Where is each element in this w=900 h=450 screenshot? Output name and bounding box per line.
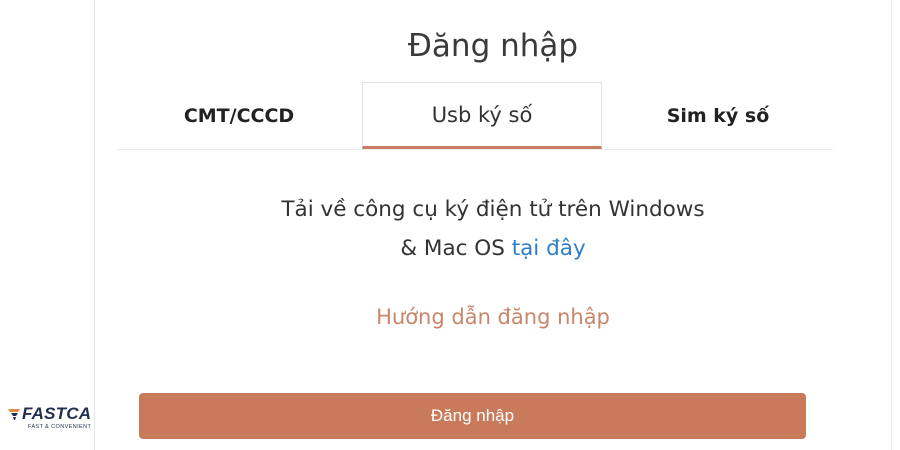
brand-tagline: FAST & CONVENIENT <box>28 424 92 430</box>
fastca-logo-icon <box>8 409 20 420</box>
download-link[interactable]: tại đây <box>512 236 586 261</box>
login-card: Đăng nhập CMT/CCCD Usb ký số Sim ký số T… <box>94 0 892 450</box>
login-method-tabs: CMT/CCCD Usb ký số Sim ký số <box>117 82 833 150</box>
login-button[interactable]: Đăng nhập <box>139 393 806 439</box>
fastca-logo: FASTCA FAST & CONVENIENT <box>8 404 112 434</box>
tab-cmt-cccd[interactable]: CMT/CCCD <box>117 82 361 149</box>
tab-sim-ky-so[interactable]: Sim ký số <box>603 82 833 149</box>
description-line-2-text: & Mac OS <box>400 236 512 261</box>
login-guide-link[interactable]: Hướng dẫn đăng nhập <box>95 305 891 329</box>
description-line-1: Tải về công cụ ký điện tử trên Windows <box>281 197 705 222</box>
description-line-2: & Mac OS tại đây <box>95 229 891 268</box>
page: Đăng nhập CMT/CCCD Usb ký số Sim ký số T… <box>0 0 900 450</box>
brand-name: FASTCA <box>22 404 92 423</box>
download-description: Tải về công cụ ký điện tử trên Windows &… <box>95 190 891 268</box>
page-title: Đăng nhập <box>407 28 579 64</box>
tab-usb-ky-so[interactable]: Usb ký số <box>362 82 602 149</box>
